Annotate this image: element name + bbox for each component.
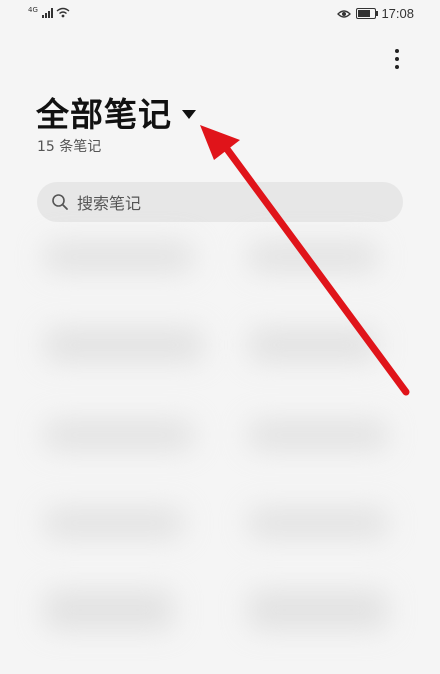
search-icon: [52, 194, 68, 210]
status-bar: 4G 17:08: [0, 0, 440, 28]
page-title: 全部笔记: [36, 95, 172, 134]
note-card[interactable]: [248, 242, 378, 272]
more-vertical-icon[interactable]: [386, 44, 408, 74]
note-card[interactable]: [44, 590, 174, 630]
note-card[interactable]: [44, 508, 184, 538]
notes-grid-blurred: [30, 230, 420, 670]
note-card[interactable]: [44, 242, 194, 272]
battery-icon: [356, 8, 379, 19]
note-card[interactable]: [44, 420, 194, 450]
status-left: 4G: [28, 7, 70, 18]
status-right: 17:08: [337, 6, 414, 21]
note-filter-dropdown[interactable]: 全部笔记: [36, 88, 196, 136]
note-count: 15 条笔记: [37, 139, 102, 155]
wifi-icon: [56, 7, 70, 18]
note-card[interactable]: [248, 328, 378, 362]
search-placeholder: 搜索笔记: [77, 194, 142, 213]
note-card[interactable]: [248, 590, 388, 630]
note-card[interactable]: [248, 420, 388, 450]
search-input[interactable]: 搜索笔记: [37, 182, 403, 222]
status-time: 17:08: [381, 6, 414, 21]
dropdown-triangle-icon[interactable]: [182, 109, 196, 119]
signal-icon: [41, 8, 53, 18]
eye-comfort-icon: [337, 9, 352, 18]
note-card[interactable]: [44, 328, 204, 362]
note-card[interactable]: [248, 508, 388, 538]
network-type: 4G: [28, 6, 38, 14]
battery-fill: [358, 10, 370, 17]
